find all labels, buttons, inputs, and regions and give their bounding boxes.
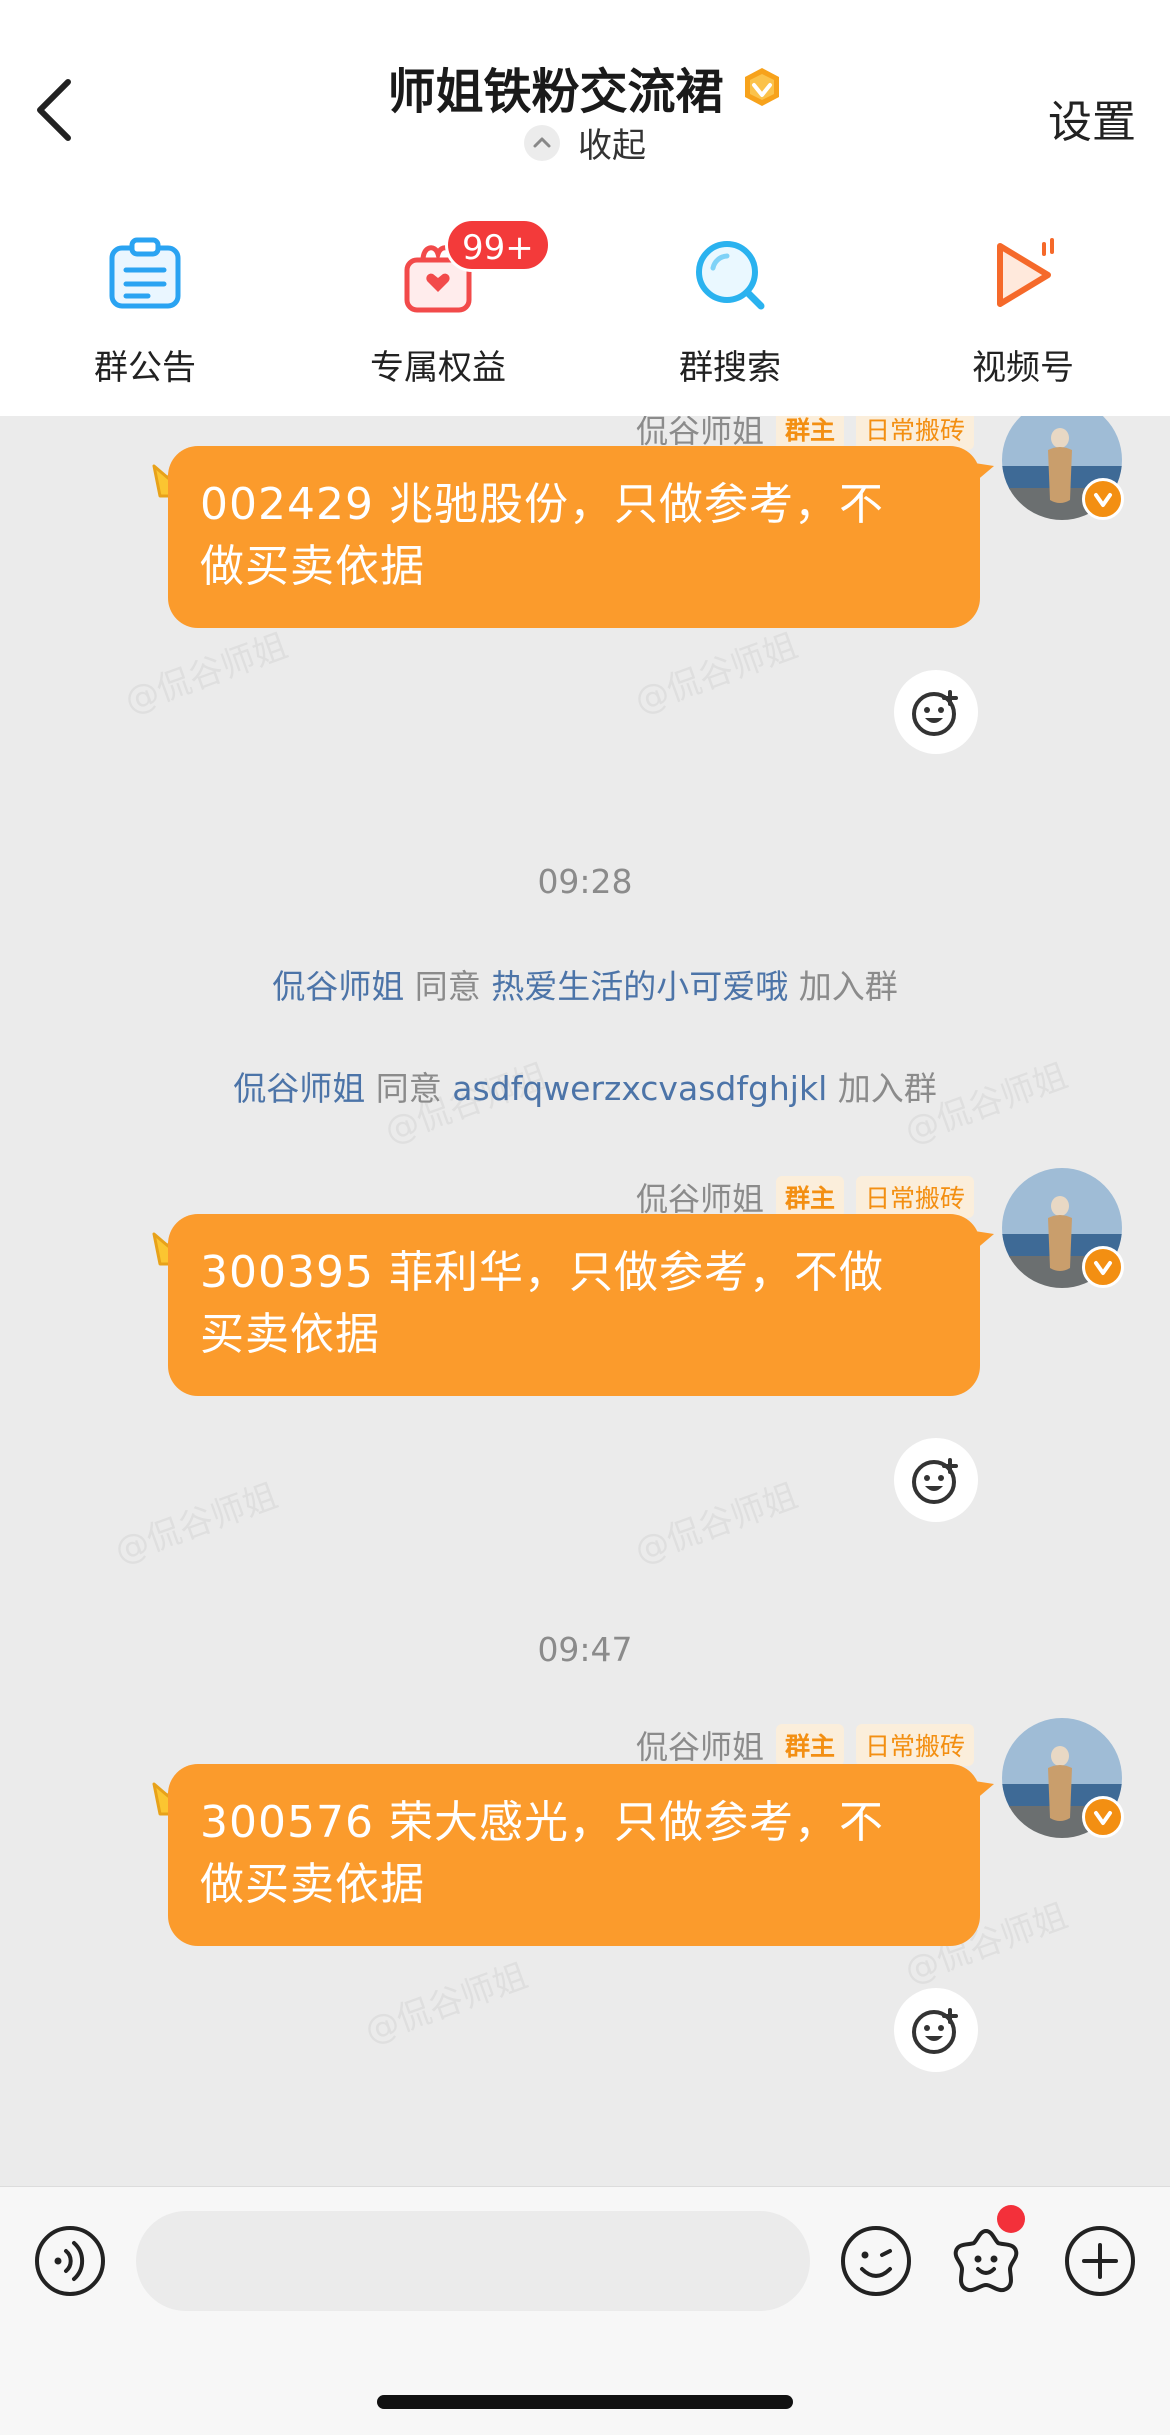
system-verb: 同意 <box>375 1069 442 1108</box>
reaction-button[interactable] <box>894 1438 978 1522</box>
verified-icon <box>1082 478 1124 520</box>
input-bar <box>0 2186 1170 2435</box>
bubble-tail <box>968 1230 994 1256</box>
system-action: 加入群 <box>837 1069 937 1108</box>
plus-icon <box>1065 2226 1135 2296</box>
system-target-link[interactable]: 热爱生活的小可爱哦 <box>491 967 788 1006</box>
watermark: @侃谷师姐 <box>629 1475 803 1572</box>
message-text-line: 300576 荣大感光，只做参考，不 <box>200 1797 884 1848</box>
title-tag: 日常搬砖 <box>855 1724 974 1766</box>
sender-name[interactable]: 侃谷师姐 <box>636 1180 764 1218</box>
video-channel-button[interactable]: 视频号 <box>903 230 1143 389</box>
group-title: 师姐铁粉交流裙 <box>387 64 724 120</box>
message-bubble[interactable]: 300395 菲利华，只做参考，不做 买卖依据 <box>168 1214 980 1396</box>
message-list[interactable]: @侃谷师姐 @侃谷师姐 @侃谷师姐 @侃谷师姐 @侃谷师姐 @侃谷师姐 @侃谷师… <box>0 416 1170 2186</box>
message-text-line: 做买卖依据 <box>200 1859 425 1910</box>
system-message: 侃谷师姐 同意 asdfqwerzxcvasdfghjkl 加入群 <box>0 1062 1170 1110</box>
collapse-button[interactable]: 收起 <box>0 118 1170 167</box>
bubble-tail <box>968 1780 994 1806</box>
timestamp: 09:28 <box>537 862 633 901</box>
home-indicator[interactable] <box>377 2395 793 2409</box>
message-bubble[interactable]: 300576 荣大感光，只做参考，不 做买卖依据 <box>168 1764 980 1946</box>
system-verb: 同意 <box>414 967 481 1006</box>
voice-button[interactable] <box>32 2223 108 2299</box>
title-tag: 日常搬砖 <box>855 416 974 450</box>
reaction-button[interactable] <box>894 1988 978 2072</box>
system-target-link[interactable]: asdfqwerzxcvasdfghjkl <box>452 1069 827 1108</box>
unread-badge: 99+ <box>445 218 551 272</box>
reaction-button[interactable] <box>894 670 978 754</box>
verified-icon <box>1082 1246 1124 1288</box>
chevron-up-icon <box>524 124 560 161</box>
verified-group-icon <box>741 66 783 108</box>
watermark: @侃谷师姐 <box>119 625 293 722</box>
sender-name[interactable]: 侃谷师姐 <box>636 416 764 450</box>
group-search-button[interactable]: 群搜索 <box>610 230 850 389</box>
announcement-label: 群公告 <box>94 348 196 388</box>
watermark: @侃谷师姐 <box>359 1955 533 2052</box>
search-label: 群搜索 <box>679 348 781 388</box>
add-reaction-icon <box>912 1458 958 1504</box>
voice-icon <box>35 2226 105 2296</box>
system-message: 侃谷师姐 同意 热爱生活的小可爱哦 加入群 <box>0 960 1170 1008</box>
search-icon <box>685 230 775 320</box>
title-tag: 日常搬砖 <box>855 1176 974 1218</box>
emoji-button[interactable] <box>838 2223 914 2299</box>
message-bubble[interactable]: 002429 兆驰股份，只做参考，不 做买卖依据 <box>168 446 980 628</box>
announcement-icon <box>100 230 190 320</box>
add-reaction-icon <box>912 690 958 736</box>
settings-button[interactable]: 设置 <box>1048 86 1136 150</box>
verified-icon <box>1082 1796 1124 1838</box>
sticker-button[interactable] <box>948 2223 1024 2299</box>
video-icon <box>978 230 1068 320</box>
video-label: 视频号 <box>972 348 1074 388</box>
message-input[interactable] <box>136 2211 810 2311</box>
message-text-line: 300395 菲利华，只做参考，不做 <box>200 1247 884 1298</box>
message-sender-row: 侃谷师姐 群主 日常搬砖 <box>636 1722 974 1768</box>
more-button[interactable] <box>1062 2223 1138 2299</box>
title-area[interactable]: 师姐铁粉交流裙 <box>0 52 1170 122</box>
system-actor-link[interactable]: 侃谷师姐 <box>272 967 404 1006</box>
chat-header: 师姐铁粉交流裙 收起 设置 群公告 专属权益 99+ 群搜索 视频号 <box>0 0 1170 416</box>
watermark: @侃谷师姐 <box>629 625 803 722</box>
owner-tag: 群主 <box>775 1724 844 1766</box>
watermark: @侃谷师姐 <box>109 1475 283 1572</box>
notification-dot <box>997 2205 1025 2233</box>
emoji-icon <box>841 2226 911 2296</box>
message-text-line: 002429 兆驰股份，只做参考，不 <box>200 479 884 530</box>
system-action: 加入群 <box>798 967 898 1006</box>
sticker-icon <box>953 2229 1019 2293</box>
owner-tag: 群主 <box>775 1176 844 1218</box>
benefits-label: 专属权益 <box>370 348 506 388</box>
sender-name[interactable]: 侃谷师姐 <box>636 1728 764 1766</box>
system-actor-link[interactable]: 侃谷师姐 <box>233 1069 365 1108</box>
bubble-tail <box>968 462 994 488</box>
group-announcement-button[interactable]: 群公告 <box>25 230 265 389</box>
message-text-line: 买卖依据 <box>200 1309 380 1360</box>
timestamp: 09:47 <box>537 1630 633 1669</box>
message-text-line: 做买卖依据 <box>200 541 425 592</box>
collapse-label: 收起 <box>578 126 646 166</box>
owner-tag: 群主 <box>775 416 844 450</box>
add-reaction-icon <box>912 2008 958 2054</box>
